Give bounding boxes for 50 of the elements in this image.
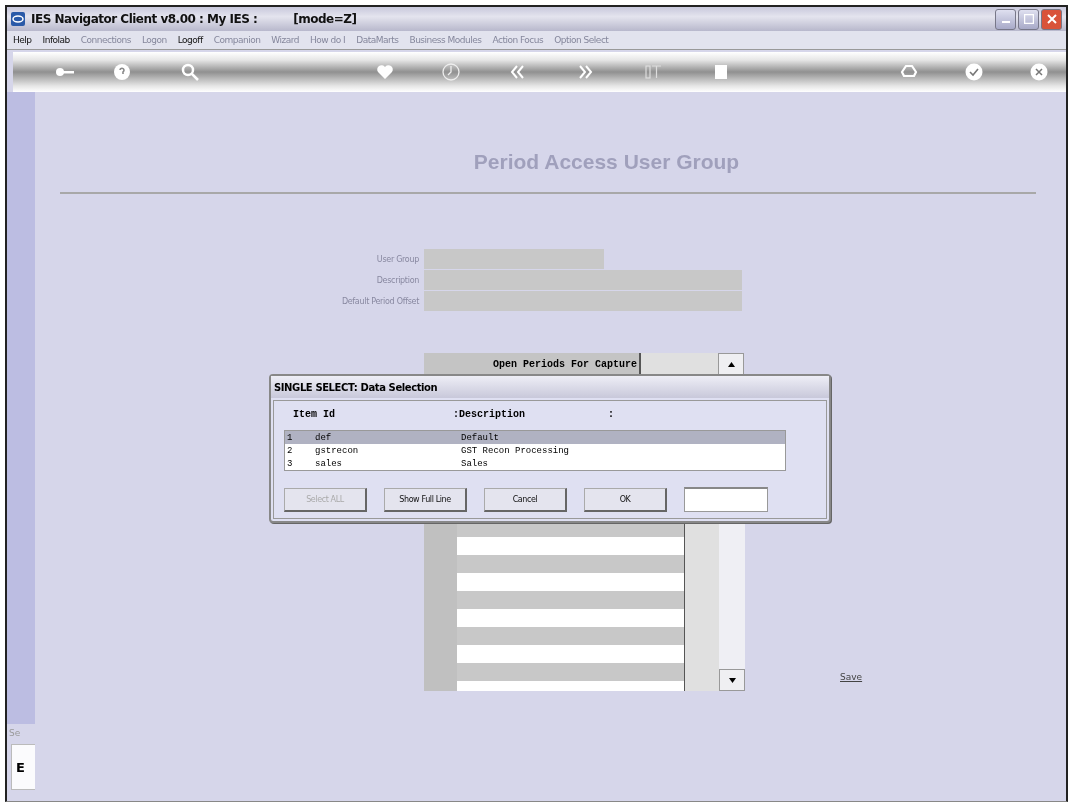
status-value: E — [16, 759, 25, 775]
search-icon[interactable] — [180, 62, 200, 82]
input-field[interactable] — [424, 291, 742, 311]
input-field[interactable] — [684, 487, 768, 512]
save-link[interactable]: Save — [840, 672, 863, 682]
row-index: 3 — [286, 458, 294, 469]
input-field[interactable] — [424, 249, 604, 269]
dialog-button[interactable]: Show Full Line — [384, 487, 467, 512]
window-mode: [mode=Z] — [293, 12, 357, 26]
close-button[interactable] — [1041, 8, 1062, 30]
column-header: Open Periods For Capture — [424, 353, 641, 375]
item-id: gstrecon — [314, 445, 360, 456]
item-description: Sales — [460, 458, 489, 469]
down-arrow-icon — [728, 677, 736, 683]
close-icon — [1046, 14, 1057, 24]
text-icon[interactable] — [643, 62, 663, 82]
help-icon[interactable] — [112, 62, 132, 82]
item-id: def — [314, 432, 333, 443]
dialog-title: SINGLE SELECT: Data Selection — [274, 381, 438, 393]
menu-item[interactable]: Infolab — [42, 35, 70, 45]
scroll-up-button[interactable] — [718, 353, 744, 375]
minimize-button[interactable] — [995, 8, 1016, 30]
field-label: Description — [375, 275, 419, 285]
list-row[interactable]: 1 def Default — [285, 431, 785, 444]
app-logo-icon — [11, 12, 25, 26]
field-label: Default Period Offset — [340, 296, 419, 306]
scroll-down-button[interactable] — [719, 669, 745, 691]
menu-item[interactable]: Logoff — [177, 35, 203, 45]
input-field[interactable] — [424, 270, 742, 290]
field-label: User Group — [375, 254, 419, 264]
row-index: 2 — [286, 445, 294, 456]
menu-item[interactable]: Help — [13, 35, 32, 45]
cancel-icon[interactable] — [1029, 62, 1049, 82]
maximize-button[interactable] — [1018, 8, 1039, 30]
column-header: :Description — [453, 409, 526, 420]
item-id: sales — [314, 458, 343, 469]
item-description: Default — [460, 432, 500, 443]
column-header: : — [608, 409, 615, 420]
status-label: Se — [8, 728, 22, 738]
heart-icon[interactable] — [375, 62, 395, 82]
maximize-icon — [1023, 14, 1034, 24]
column-header: Item Id — [293, 409, 336, 420]
window-title: IES Navigator Client v8.00 : My IES : — [31, 12, 258, 26]
up-arrow-icon — [727, 361, 735, 367]
clock-icon[interactable] — [441, 62, 461, 82]
check-icon[interactable] — [964, 62, 984, 82]
dialog-button[interactable]: Cancel — [484, 487, 567, 512]
item-description: GST Recon Processing — [460, 445, 571, 456]
dialog-button[interactable]: OK — [584, 487, 667, 512]
row-index: 1 — [286, 432, 294, 443]
